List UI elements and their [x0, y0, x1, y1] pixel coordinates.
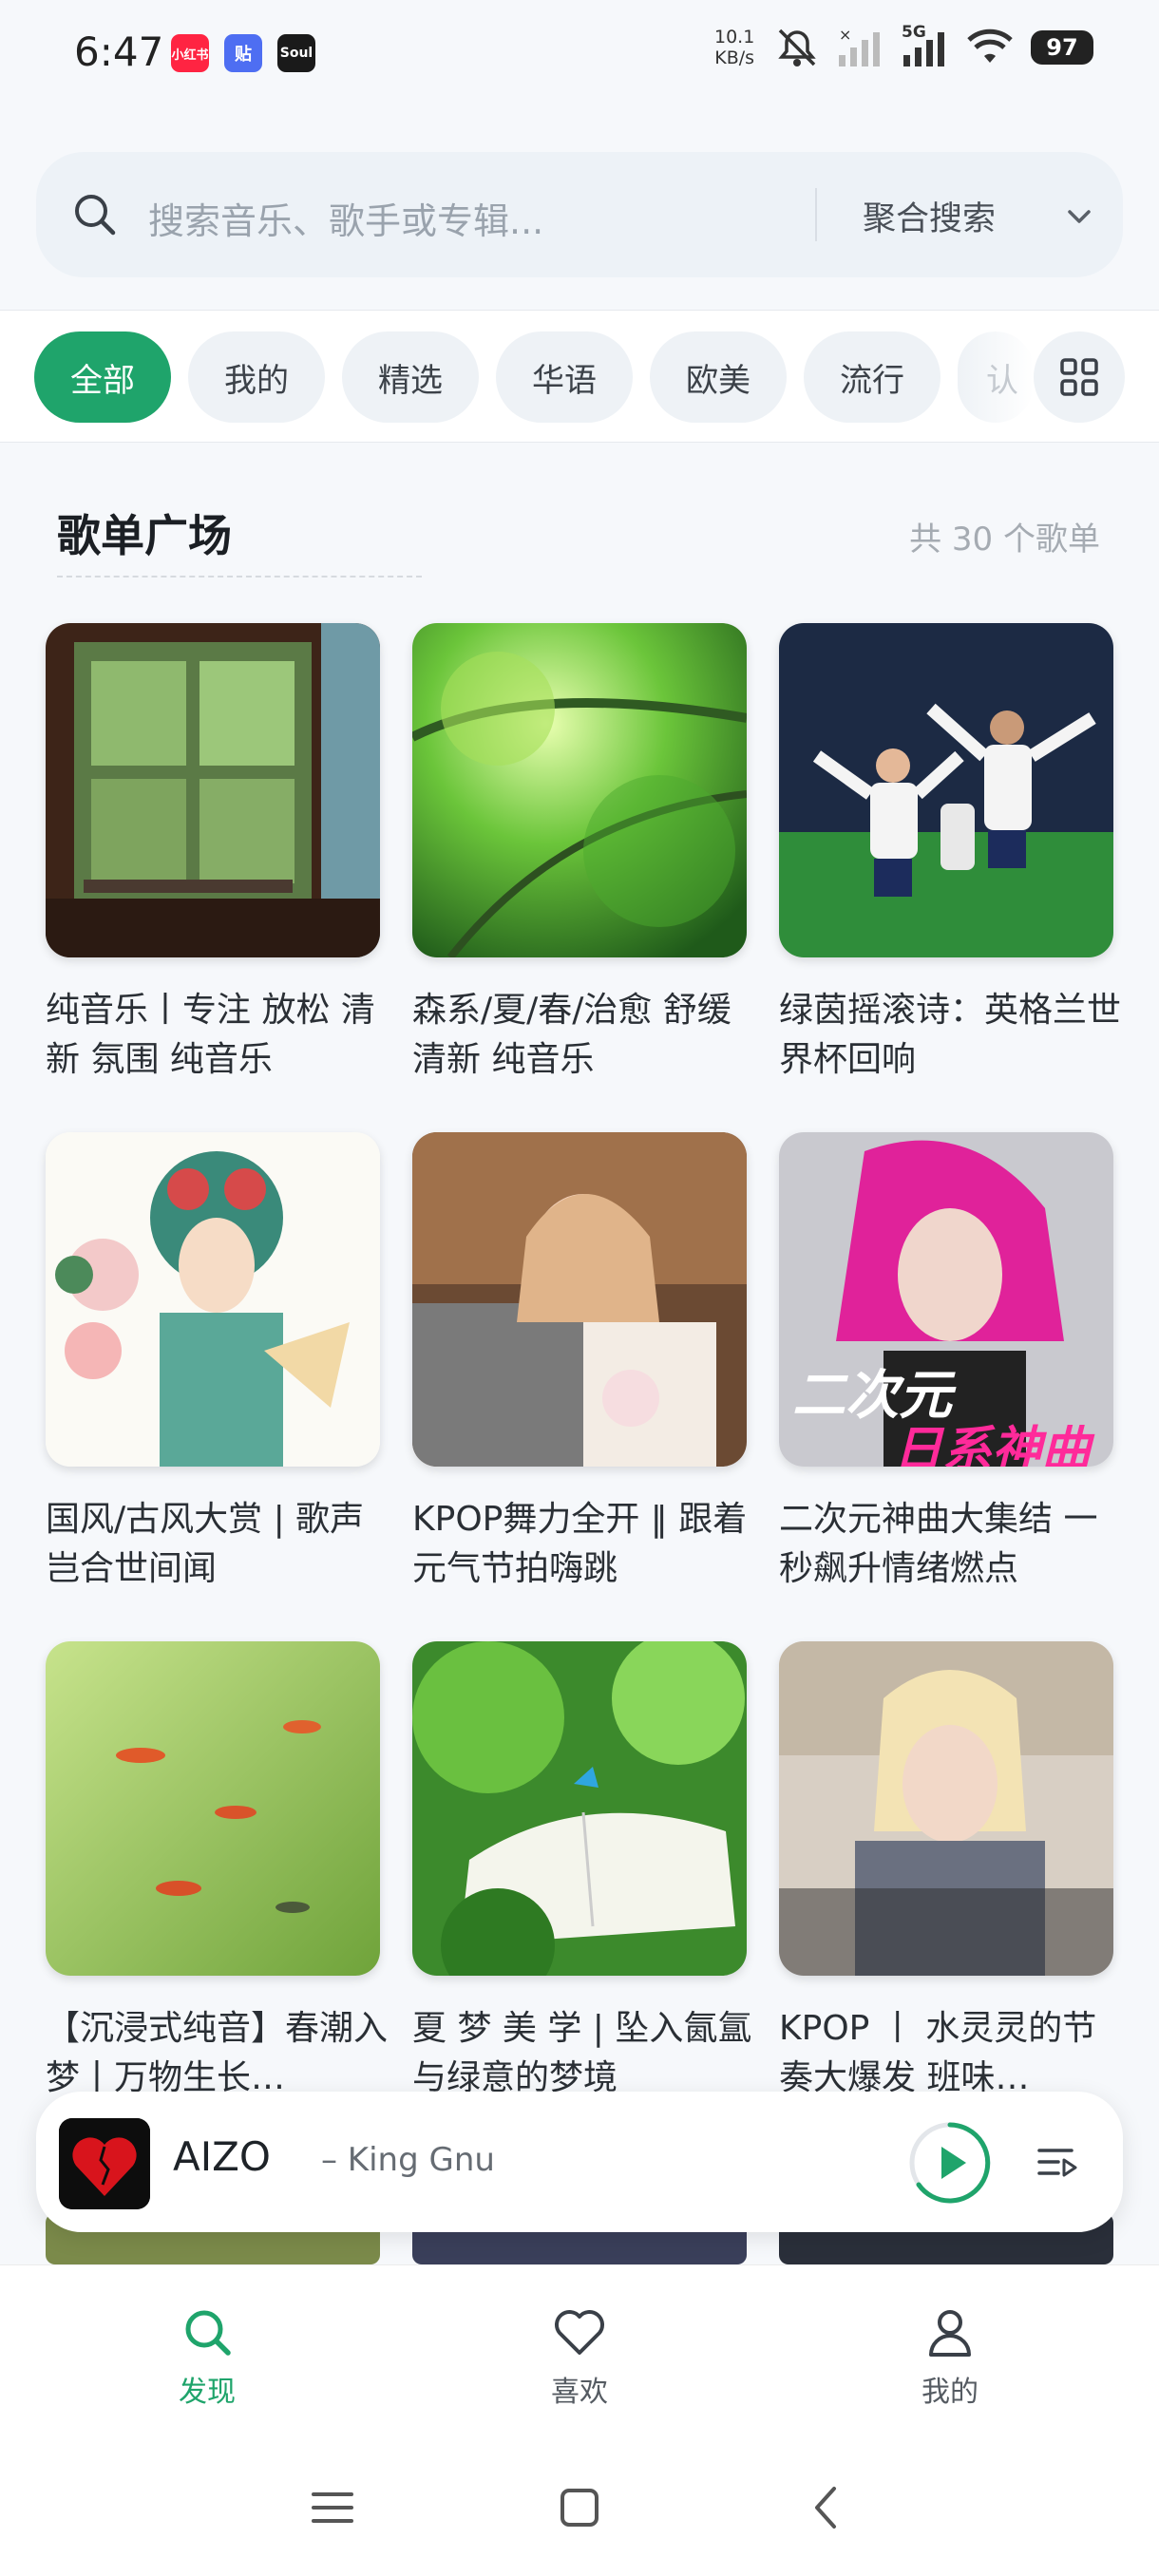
playlist-title: 国风/古风大赏 | 歌声岂合世间闻 [46, 1500, 365, 1588]
nav-discover[interactable]: 发现 [112, 2303, 302, 2410]
tieba-app-icon: 贴 [224, 34, 262, 72]
user-icon [929, 2310, 971, 2357]
playlist-card[interactable]: 【沉浸式纯音】春潮入梦丨万物生长… [46, 1641, 388, 2103]
mute-icon [778, 28, 816, 66]
tab-pop[interactable]: 流行 [804, 331, 940, 423]
playlist-title: 绿茵摇滚诗：英格兰世界杯回响 [779, 991, 1121, 1079]
tab-featured[interactable]: 精选 [342, 331, 479, 423]
playlist-cover[interactable] [46, 623, 380, 957]
playlist-card[interactable]: 夏 梦 美 学 | 坠入氤氲与绿意的梦境 [412, 1641, 751, 2103]
playlist-title: 夏 梦 美 学 | 坠入氤氲与绿意的梦境 [412, 2009, 752, 2097]
playlist-cover[interactable] [412, 1132, 747, 1467]
playlist-queue-icon[interactable] [1034, 2139, 1081, 2187]
now-playing-artist[interactable]: – King Gnu [321, 2141, 495, 2179]
system-navigation-bar [0, 2445, 1159, 2576]
grid-icon [1060, 358, 1098, 396]
nav-mine-label: 我的 [922, 2376, 978, 2409]
signal-sim1-icon: × [839, 27, 880, 66]
playlist-count: 共 30 个歌单 [909, 521, 1100, 559]
wifi-icon [967, 28, 1013, 63]
now-playing-title[interactable]: AIZO [173, 2133, 271, 2180]
playlist-title: KPOP舞力全开 ‖ 跟着元气节拍嗨跳 [412, 1500, 748, 1588]
search-icon [185, 2310, 231, 2356]
playlist-title: 森系/夏/春/治愈 舒缓 清新 纯音乐 [412, 991, 732, 1079]
nav-mine[interactable]: 我的 [855, 2303, 1045, 2410]
tab-chinese[interactable]: 华语 [496, 331, 633, 423]
playlist-cover[interactable] [779, 623, 1113, 957]
grid-view-button[interactable] [1034, 331, 1125, 423]
playlist-cover[interactable]: 二次元 日系神曲 [779, 1132, 1113, 1467]
home-icon[interactable] [551, 2479, 608, 2536]
nav-discover-label: 发现 [179, 2376, 236, 2409]
xiaohongshu-app-icon: 小红书 [171, 34, 209, 72]
section-title: 歌单广场 [57, 510, 232, 561]
heart-icon [555, 2310, 604, 2355]
play-button[interactable] [905, 2118, 995, 2207]
playlist-cover[interactable] [46, 1132, 380, 1467]
tab-all[interactable]: 全部 [34, 331, 171, 423]
playlist-title: 【沉浸式纯音】春潮入梦丨万物生长… [46, 2009, 388, 2097]
playlist-card[interactable]: 二次元 日系神曲 二次元神曲大集结 一秒飙升情绪燃点 [779, 1132, 1113, 1594]
status-time: 6:47 [74, 28, 164, 75]
menu-icon[interactable] [304, 2479, 361, 2536]
mini-player[interactable]: AIZO – King Gnu [36, 2092, 1123, 2232]
playlist-card[interactable]: 森系/夏/春/治愈 舒缓 清新 纯音乐 [412, 623, 747, 1085]
battery-indicator: 97 [1031, 30, 1093, 65]
tab-western[interactable]: 欧美 [650, 331, 787, 423]
bottom-navigation: 发现 喜欢 我的 [0, 2264, 1159, 2446]
nav-favorites-label: 喜欢 [551, 2376, 608, 2409]
back-icon[interactable] [798, 2479, 855, 2536]
chevron-down-icon[interactable] [1062, 199, 1096, 234]
playlist-card[interactable]: KPOP舞力全开 ‖ 跟着元气节拍嗨跳 [412, 1132, 747, 1594]
section-underline [57, 576, 422, 578]
playlist-title: KPOP 丨 水灵灵的节奏大爆发 班味… [779, 2009, 1097, 2097]
cover-text-secondary: 日系神曲 [893, 1422, 1092, 1467]
playlist-title: 二次元神曲大集结 一秒飙升情绪燃点 [779, 1500, 1098, 1588]
search-divider [815, 188, 817, 241]
category-tabs: 全部 我的 精选 华语 欧美 流行 认 [0, 310, 1159, 443]
search-icon [75, 195, 116, 236]
playlist-card[interactable]: KPOP 丨 水灵灵的节奏大爆发 班味… [779, 1641, 1113, 2103]
playlist-cover[interactable] [779, 1641, 1113, 1976]
search-input[interactable]: 搜索音乐、歌手或专辑... [148, 192, 543, 244]
nav-favorites[interactable]: 喜欢 [484, 2303, 674, 2410]
playlist-card[interactable]: 绿茵摇滚诗：英格兰世界杯回响 [779, 623, 1121, 1085]
search-mode-dropdown[interactable]: 聚合搜索 [863, 192, 996, 240]
svg-text:×: × [839, 27, 851, 44]
playlist-card[interactable]: 纯音乐丨专注 放松 清新 氛围 纯音乐 [46, 623, 380, 1085]
signal-sim2-icon: 5G [900, 23, 949, 68]
playlist-cover[interactable] [46, 1641, 380, 1976]
status-bar: 6:47 小红书 贴 Soul 10.1 KB/s × 5G 97 [0, 0, 1159, 104]
soul-app-icon: Soul [277, 34, 315, 72]
search-bar[interactable]: 搜索音乐、歌手或专辑... 聚合搜索 [36, 152, 1123, 277]
playlist-title: 纯音乐丨专注 放松 清新 氛围 纯音乐 [46, 991, 375, 1079]
playlist-cover[interactable] [412, 623, 747, 957]
net-speed: 10.1 KB/s [714, 27, 755, 68]
tab-mine[interactable]: 我的 [188, 331, 325, 423]
playlist-card[interactable]: 国风/古风大赏 | 歌声岂合世间闻 [46, 1132, 380, 1594]
playlist-cover[interactable] [412, 1641, 747, 1976]
tab-partial[interactable]: 认 [958, 331, 1034, 423]
now-playing-cover[interactable] [59, 2118, 150, 2209]
